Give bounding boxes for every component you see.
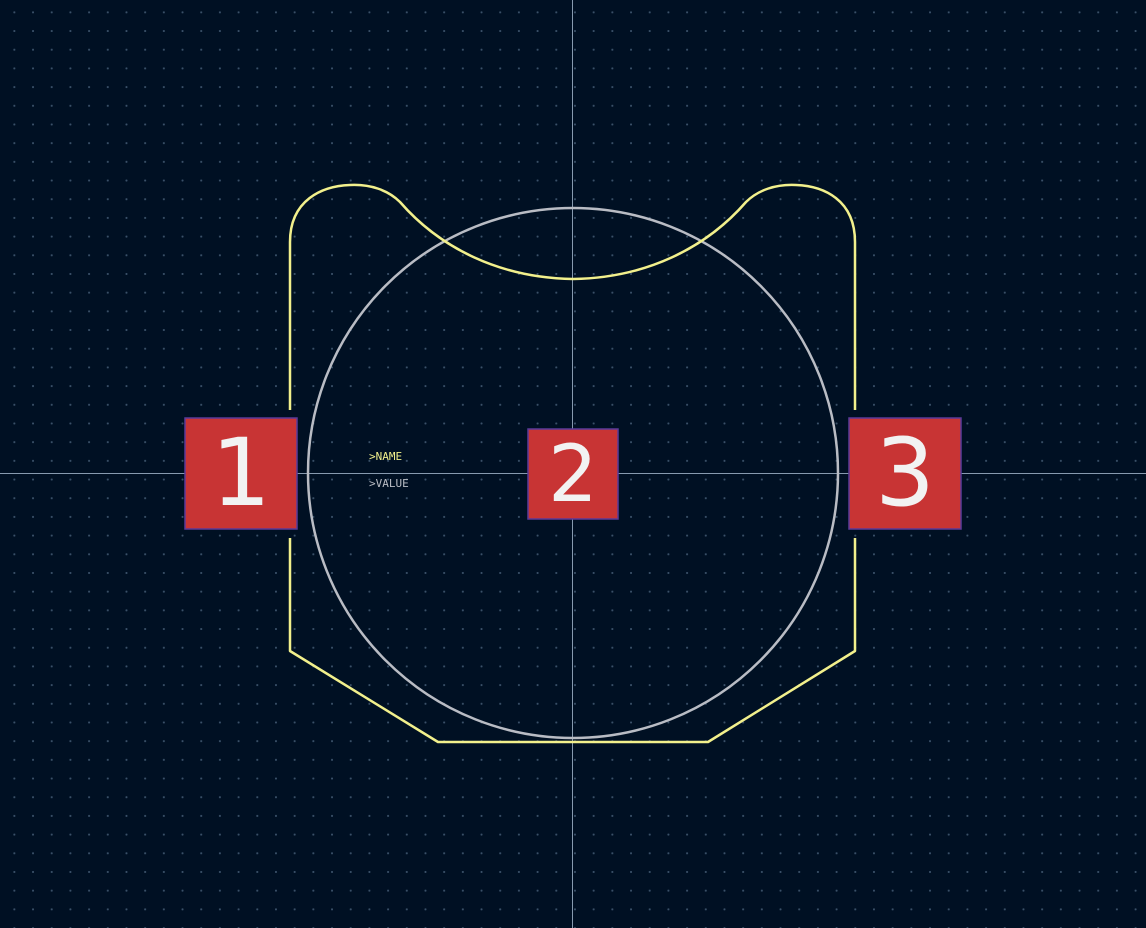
value-label: >VALUE [369, 477, 409, 490]
pad-3-number: 3 [875, 419, 935, 528]
footprint-view: >NAME >VALUE 1 2 3 [0, 0, 1146, 928]
pad-2-number: 2 [548, 430, 598, 520]
pad-3[interactable]: 3 [848, 417, 962, 530]
pad-1-number: 1 [211, 419, 271, 528]
name-label: >NAME [369, 450, 402, 463]
pcb-canvas[interactable]: >NAME >VALUE 1 2 3 [0, 0, 1146, 928]
pad-2[interactable]: 2 [527, 428, 619, 520]
pad-1[interactable]: 1 [184, 417, 298, 530]
